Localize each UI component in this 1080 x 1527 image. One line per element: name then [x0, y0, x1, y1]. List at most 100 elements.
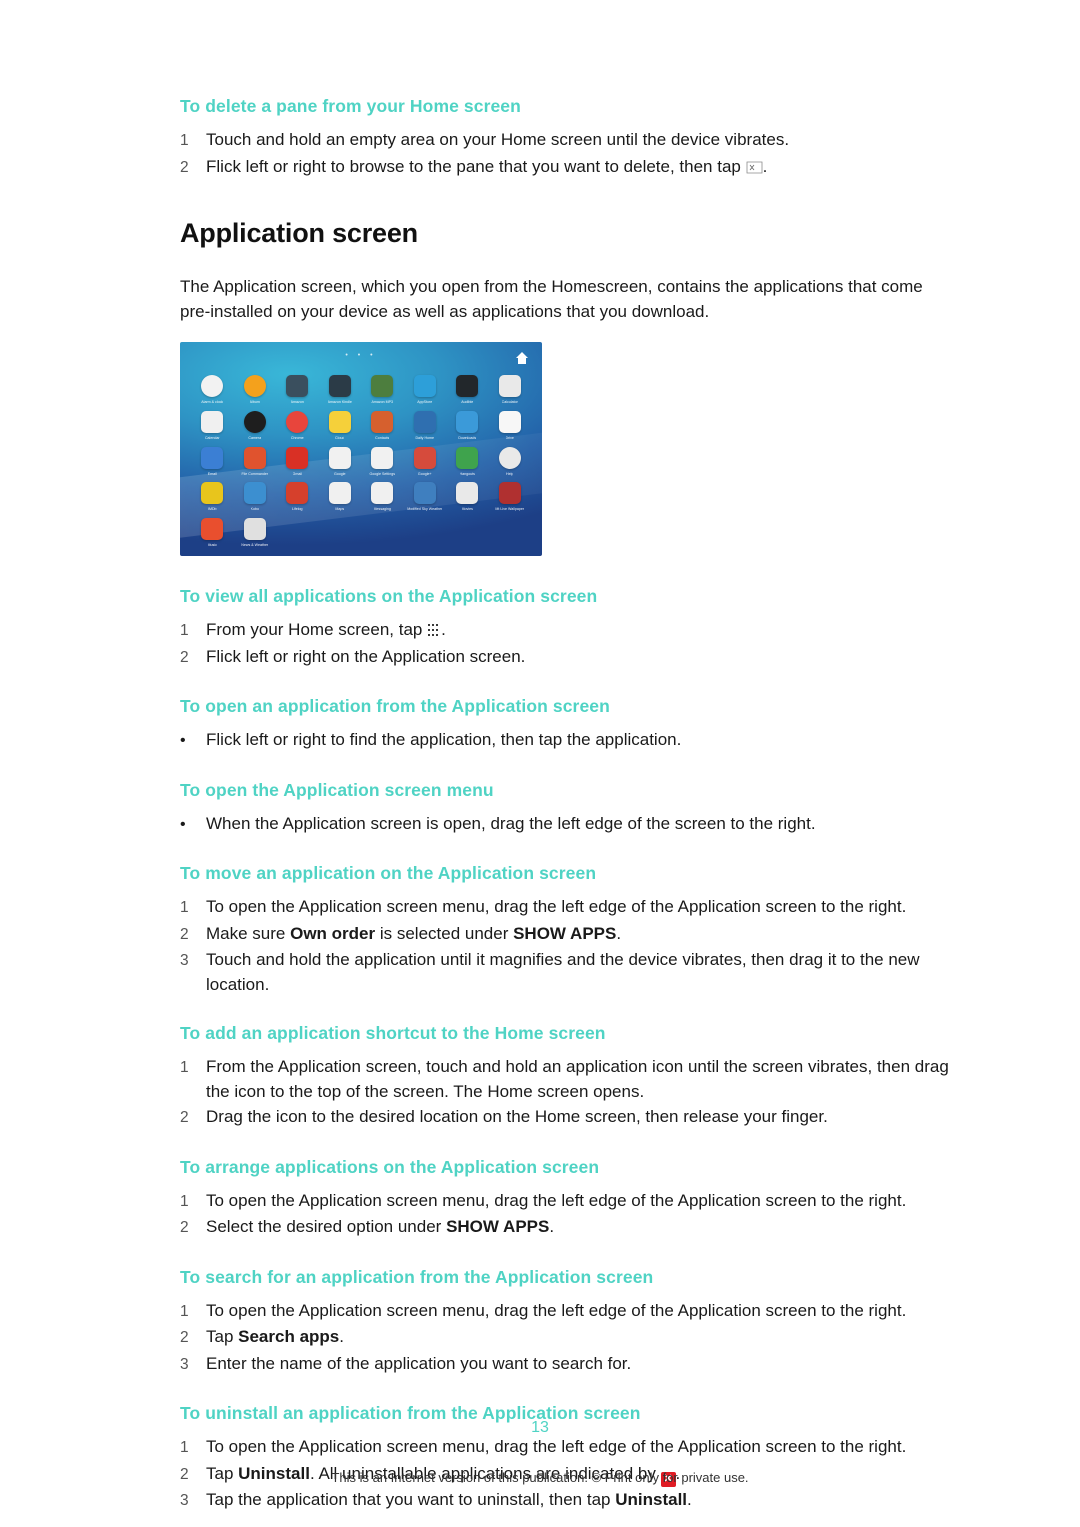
app-label: Calendar: [204, 435, 220, 440]
app-label: Gmail: [292, 471, 302, 476]
delete-pane-icon: [746, 157, 763, 173]
step-list: 1 To open the Application screen menu, dr…: [180, 1299, 950, 1378]
app-label: Downloads: [458, 435, 477, 440]
app-icon-cell: File Commander: [235, 444, 276, 478]
step-text-part: From your Home screen, tap: [206, 620, 428, 639]
app-icon-cell: Calculator: [490, 372, 531, 406]
list-item: 2 Tap Search apps.: [180, 1325, 950, 1351]
step-text-part: .: [687, 1490, 692, 1509]
app-icon: [498, 410, 521, 433]
app-label: AppStore: [417, 400, 433, 404]
app-icon-cell: Cloud: [320, 408, 361, 442]
app-icon-cell: Google+: [405, 444, 446, 478]
step-number: 1: [180, 132, 189, 149]
app-label: Calculator: [501, 400, 518, 404]
app-icon-cell: Amazon MP3: [362, 372, 403, 406]
app-label: Amazon MP3: [371, 400, 394, 404]
footer-note: This is an Internet version of this publ…: [331, 1470, 749, 1485]
section-add-shortcut: To add an application shortcut to the Ho…: [180, 1023, 950, 1131]
app-icon-cell: AppStore: [405, 372, 446, 406]
section-arrange-applications: To arrange applications on the Applicati…: [180, 1157, 950, 1241]
procedure-sections: To view all applications on the Applicat…: [180, 586, 950, 1514]
app-label: Audible: [461, 400, 474, 404]
app-label: Amazon: [290, 400, 304, 404]
app-icon: [201, 446, 224, 469]
app-icon-grid: Alarm & clock Album Amazon Amazon Kindle Ama…: [192, 372, 530, 548]
app-icon-cell: Mt Live Wallpaper: [490, 479, 531, 513]
step-text-part: is selected under: [375, 923, 514, 943]
list-item: 1 From your Home screen, tap .: [180, 618, 950, 644]
app-label: Daily Home: [415, 435, 435, 440]
step-number: 3: [180, 1492, 189, 1509]
step-bullet: •: [180, 732, 186, 749]
step-number: 1: [180, 899, 189, 916]
app-icon: [413, 375, 436, 397]
list-item: • Flick left or right to find the applica…: [180, 728, 950, 754]
app-icon-cell: Album: [235, 372, 276, 406]
app-label: Lifelog: [291, 507, 303, 512]
app-icon: [286, 482, 309, 505]
step-number: 2: [180, 925, 189, 943]
section-heading: To delete a pane from your Home screen: [180, 96, 521, 116]
app-label: Google: [333, 471, 346, 476]
app-icon-cell: Kobo: [235, 479, 276, 513]
step-text: Flick left or right to find the applicat…: [206, 730, 682, 749]
app-icon-cell: Daily Home: [405, 408, 446, 442]
step-number: 2: [180, 1109, 189, 1126]
section-heading: To add an application shortcut to the Ho…: [180, 1023, 606, 1043]
section-heading: To move an application on the Applicatio…: [180, 863, 597, 883]
app-icon: [456, 375, 479, 397]
step-bullet: •: [180, 815, 186, 833]
app-icon: [243, 446, 266, 469]
list-item: 2 Flick left or right to browse to the p…: [180, 155, 950, 181]
step-list: 1 From the Application screen, touch and …: [180, 1055, 950, 1131]
list-item: 2 Select the desired option under SHOW AP…: [180, 1215, 950, 1241]
step-text: Flick left or right on the Application s…: [206, 646, 526, 666]
step-list: 1 To open the Application screen menu, dr…: [180, 895, 950, 997]
step-number: 2: [180, 1329, 189, 1346]
app-label: Google Settings: [369, 471, 396, 476]
emphasis-text: SHOW APPS: [446, 1217, 550, 1236]
app-icon: [328, 375, 351, 397]
page-title: Application screen: [180, 218, 418, 248]
app-icon: [371, 410, 394, 433]
step-text: Drag the icon to the desired location on…: [206, 1107, 828, 1126]
step-list: 1 To open the Application screen menu, dr…: [180, 1189, 950, 1241]
list-item: 3 Touch and hold the application until it…: [180, 948, 950, 997]
step-number: 1: [180, 1059, 189, 1076]
list-item: 1 Touch and hold an empty area on your H…: [180, 128, 950, 154]
step-list: • Flick left or right to find the applica…: [180, 728, 950, 754]
app-icon-cell: Google: [320, 444, 361, 478]
step-number: 2: [180, 648, 189, 666]
app-icon: [456, 410, 479, 433]
app-icon: [201, 410, 224, 433]
step-text-part: Flick left or right to browse to the pan…: [206, 156, 746, 176]
list-item: 1 To open the Application screen menu, dr…: [180, 895, 950, 921]
step-list: • When the Application screen is open, dr…: [180, 812, 950, 838]
app-icon-cell: Email: [192, 444, 233, 478]
list-item: 1 From the Application screen, touch and …: [180, 1055, 950, 1104]
step-text-part: Make sure: [206, 923, 291, 943]
emphasis-text: Uninstall: [615, 1490, 688, 1509]
app-label: File Commander: [241, 471, 269, 476]
section-open-application-screen-menu: To open the Application screen menu • When…: [180, 780, 950, 838]
app-icon: [371, 482, 394, 505]
app-label: Drive: [505, 435, 514, 440]
emphasis-text: SHOW APPS: [513, 923, 617, 943]
app-label: Music: [207, 543, 217, 547]
app-icon-cell: Audible: [447, 372, 488, 406]
app-label: Mt Live Wallpaper: [495, 507, 525, 512]
section-heading: To open an application from the Applicat…: [180, 696, 610, 716]
step-number: 1: [180, 1302, 189, 1320]
step-text: Touch and hold an empty area on your Hom…: [206, 130, 790, 149]
app-label: Kobo: [250, 507, 259, 512]
app-icon-cell: Messaging: [362, 479, 403, 513]
step-text-part: .: [549, 1217, 555, 1236]
app-icon-cell: Gmail: [277, 444, 318, 478]
step-number: 2: [180, 1219, 189, 1236]
app-label: News & Weather: [241, 543, 269, 547]
app-icon-cell: News & Weather: [235, 515, 276, 548]
section-view-all-applications: To view all applications on the Applicat…: [180, 586, 950, 670]
app-label: Chrome: [290, 435, 304, 440]
app-icon-cell: Alarm & clock: [192, 372, 233, 406]
